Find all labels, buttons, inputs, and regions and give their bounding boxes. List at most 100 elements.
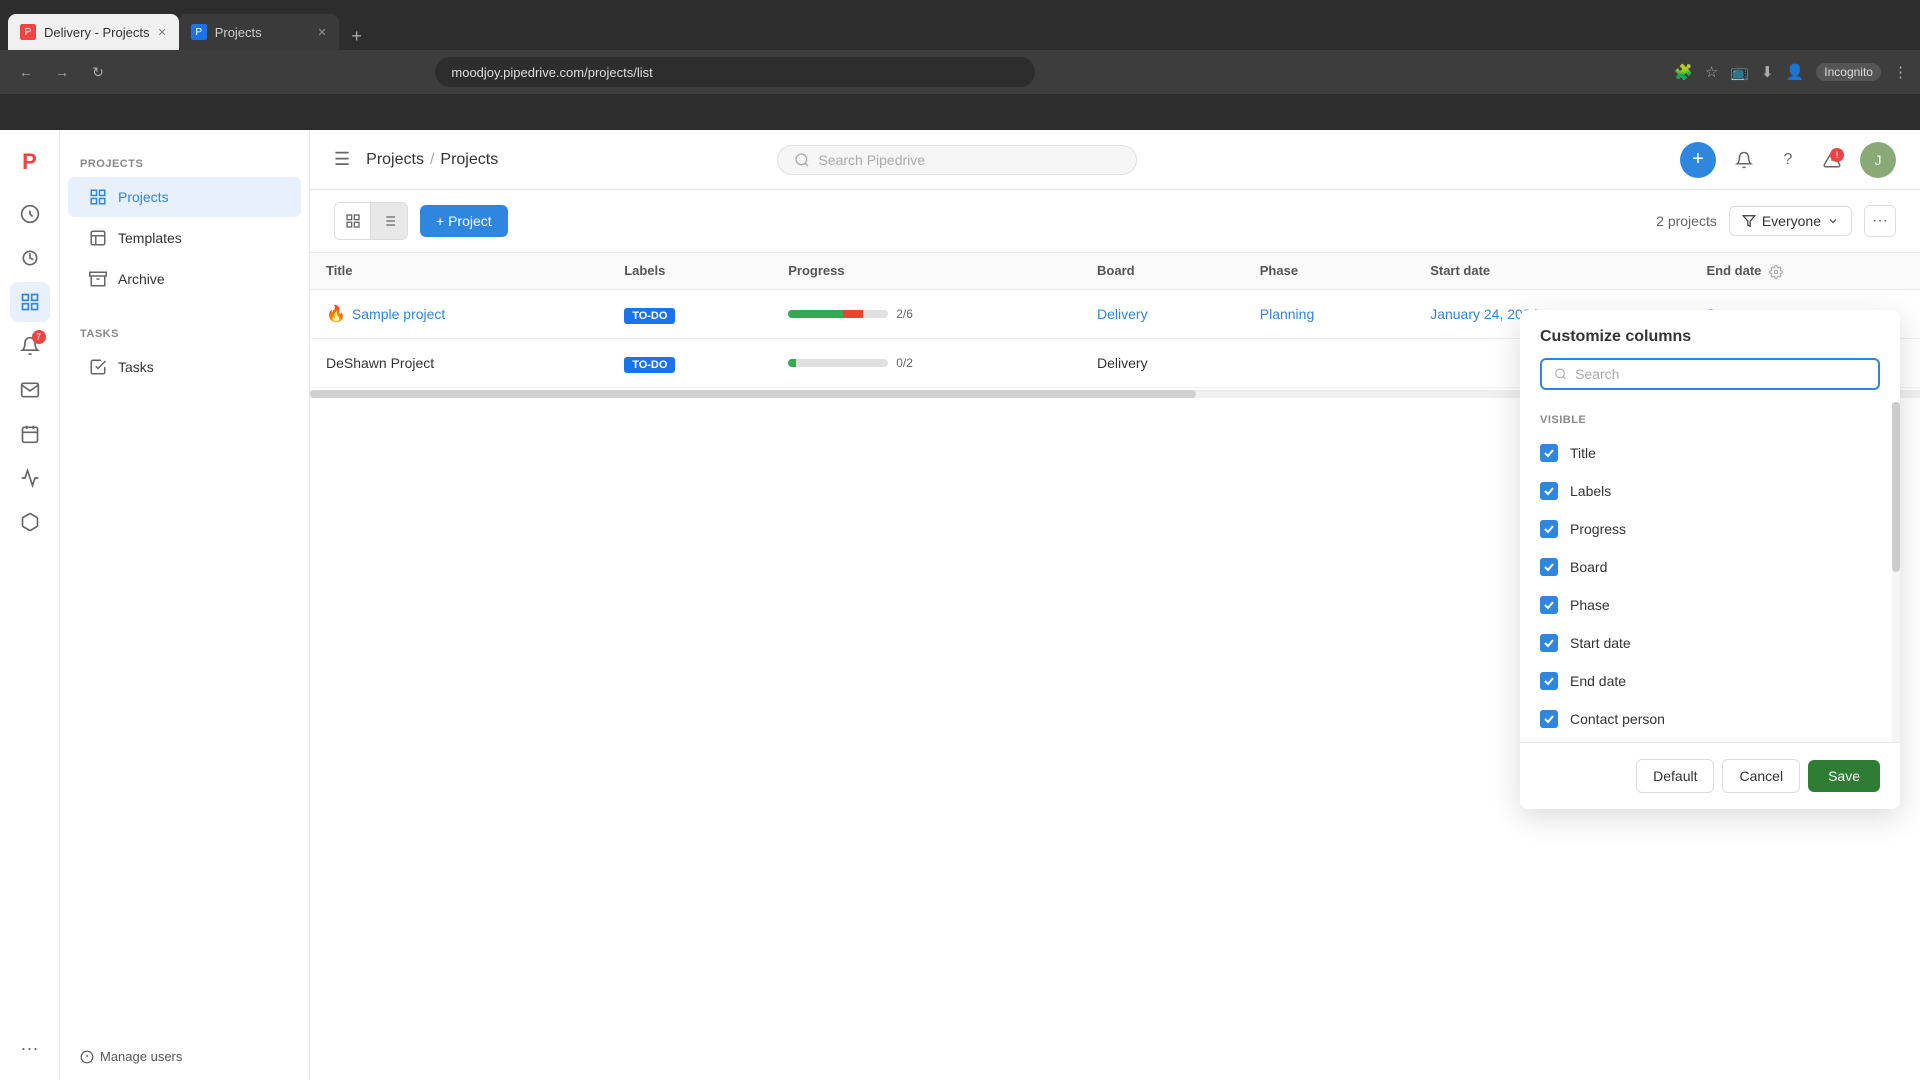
column-item-org[interactable]: Organization [1520, 738, 1892, 742]
alert-icon[interactable]: ! [1816, 144, 1848, 176]
panel-scrollbar[interactable] [1892, 402, 1900, 742]
sidebar-item-projects[interactable]: Projects [68, 177, 301, 217]
checkbox-progress[interactable] [1540, 520, 1558, 538]
add-button[interactable]: + [1680, 142, 1716, 178]
new-tab-button[interactable]: + [343, 22, 371, 50]
board-2[interactable]: Delivery [1097, 355, 1148, 371]
col-progress[interactable]: Progress [772, 253, 1081, 289]
column-item-labels[interactable]: Labels [1520, 472, 1892, 510]
sidebar-item-tasks[interactable]: Tasks [68, 347, 301, 387]
nav-icon-more[interactable]: ··· [10, 1028, 50, 1068]
cell-title-1[interactable]: 🔥 Sample project [310, 289, 608, 338]
column-item-progress[interactable]: Progress [1520, 510, 1892, 548]
nav-icon-deals[interactable] [10, 238, 50, 278]
col-start-date[interactable]: Start date [1414, 253, 1690, 289]
nav-icon-home[interactable] [10, 194, 50, 234]
phase-link-1[interactable]: Planning [1260, 306, 1315, 322]
cancel-button[interactable]: Cancel [1722, 759, 1800, 793]
address-text: moodjoy.pipedrive.com/projects/list [451, 65, 652, 80]
manage-users[interactable]: Manage users [80, 1049, 290, 1064]
refresh-button[interactable]: ↻ [84, 58, 112, 86]
column-item-board[interactable]: Board [1520, 548, 1892, 586]
breadcrumb-projects-1[interactable]: Projects [366, 151, 424, 169]
project-link-1[interactable]: 🔥 Sample project [326, 304, 592, 324]
cell-board-2: Delivery [1081, 338, 1244, 387]
scrollbar-thumb-h [310, 390, 1196, 398]
cell-phase-1: Planning [1244, 289, 1414, 338]
save-button[interactable]: Save [1808, 760, 1880, 792]
menu-toggle[interactable]: ☰ [334, 149, 350, 170]
avatar[interactable]: J [1860, 142, 1896, 178]
col-labels[interactable]: Labels [608, 253, 772, 289]
profile-icon[interactable]: 👤 [1786, 63, 1805, 81]
default-button[interactable]: Default [1636, 759, 1714, 793]
projects-section-label: PROJECTS [60, 150, 309, 176]
cell-phase-2 [1244, 338, 1414, 387]
tab-projects[interactable]: P Projects ✕ [179, 14, 339, 50]
checkbox-contact[interactable] [1540, 710, 1558, 728]
templates-icon [88, 228, 108, 248]
col-phase[interactable]: Phase [1244, 253, 1414, 289]
nav-icon-stats[interactable] [10, 458, 50, 498]
help-icon[interactable]: ? [1772, 144, 1804, 176]
search-input[interactable] [818, 152, 1098, 168]
checkbox-board[interactable] [1540, 558, 1558, 576]
address-input[interactable]: moodjoy.pipedrive.com/projects/list [435, 57, 1035, 87]
sidebar-item-templates[interactable]: Templates [68, 218, 301, 258]
checkbox-end-date[interactable] [1540, 672, 1558, 690]
close-tab-1[interactable]: ✕ [157, 26, 166, 39]
nav-icon-calendar[interactable] [10, 414, 50, 454]
forward-button[interactable]: → [48, 58, 76, 86]
board-view-button[interactable] [335, 203, 371, 239]
sidebar-projects-label: Projects [118, 189, 169, 205]
nav-icon-mail[interactable] [10, 370, 50, 410]
label-badge-1[interactable]: TO-DO [624, 308, 675, 324]
checkbox-labels[interactable] [1540, 482, 1558, 500]
project-name-1: Sample project [352, 306, 445, 322]
column-item-end-date[interactable]: End date [1520, 662, 1892, 700]
column-item-phase[interactable]: Phase [1520, 586, 1892, 624]
header-actions: + ? ! J [1680, 142, 1896, 178]
col-end-date[interactable]: End date [1691, 253, 1920, 289]
column-search[interactable] [1540, 358, 1880, 390]
panel-search-input[interactable] [1575, 366, 1866, 382]
panel-scroll[interactable]: VISIBLE Title Labels Progress [1520, 402, 1892, 742]
tasks-section-label: TASKS [60, 320, 309, 346]
col-title[interactable]: Title [310, 253, 608, 289]
notifications-icon[interactable] [1728, 144, 1760, 176]
more-options-button[interactable]: ··· [1864, 205, 1896, 237]
checkbox-title[interactable] [1540, 444, 1558, 462]
breadcrumb-projects-2[interactable]: Projects [440, 151, 498, 169]
cast-icon[interactable]: 📺 [1730, 63, 1749, 81]
download-icon[interactable]: ⬇ [1761, 63, 1774, 81]
back-button[interactable]: ← [12, 58, 40, 86]
checkbox-phase[interactable] [1540, 596, 1558, 614]
column-item-contact[interactable]: Contact person [1520, 700, 1892, 738]
menu-icon[interactable]: ⋮ [1893, 63, 1908, 81]
nav-icon-products[interactable] [10, 502, 50, 542]
column-item-title[interactable]: Title [1520, 434, 1892, 472]
project-name-2: DeShawn Project [326, 355, 434, 371]
board-link-1[interactable]: Delivery [1097, 306, 1148, 322]
column-item-start-date[interactable]: Start date [1520, 624, 1892, 662]
tab-delivery-projects[interactable]: P Delivery - Projects ✕ [8, 14, 179, 50]
checkbox-start-date[interactable] [1540, 634, 1558, 652]
col-board[interactable]: Board [1081, 253, 1244, 289]
extensions-icon[interactable]: 🧩 [1674, 63, 1693, 81]
cell-title-2[interactable]: DeShawn Project [310, 338, 608, 387]
list-view-button[interactable] [371, 203, 407, 239]
search-icon [794, 152, 810, 168]
chevron-down-icon [1827, 215, 1839, 227]
filter-everyone-button[interactable]: Everyone [1729, 206, 1852, 236]
global-search[interactable] [777, 145, 1137, 175]
incognito-badge: Incognito [1816, 63, 1881, 81]
nav-icon-notifications[interactable]: 7 [10, 326, 50, 366]
add-project-button[interactable]: + Project [420, 205, 508, 237]
close-tab-2[interactable]: ✕ [317, 26, 326, 39]
star-icon[interactable]: ☆ [1705, 63, 1718, 81]
nav-icon-projects[interactable] [10, 282, 50, 322]
sidebar-item-archive[interactable]: Archive [68, 259, 301, 299]
settings-icon[interactable] [1769, 265, 1783, 279]
pipedrive-logo[interactable]: P [10, 142, 50, 182]
label-badge-2[interactable]: TO-DO [624, 357, 675, 373]
